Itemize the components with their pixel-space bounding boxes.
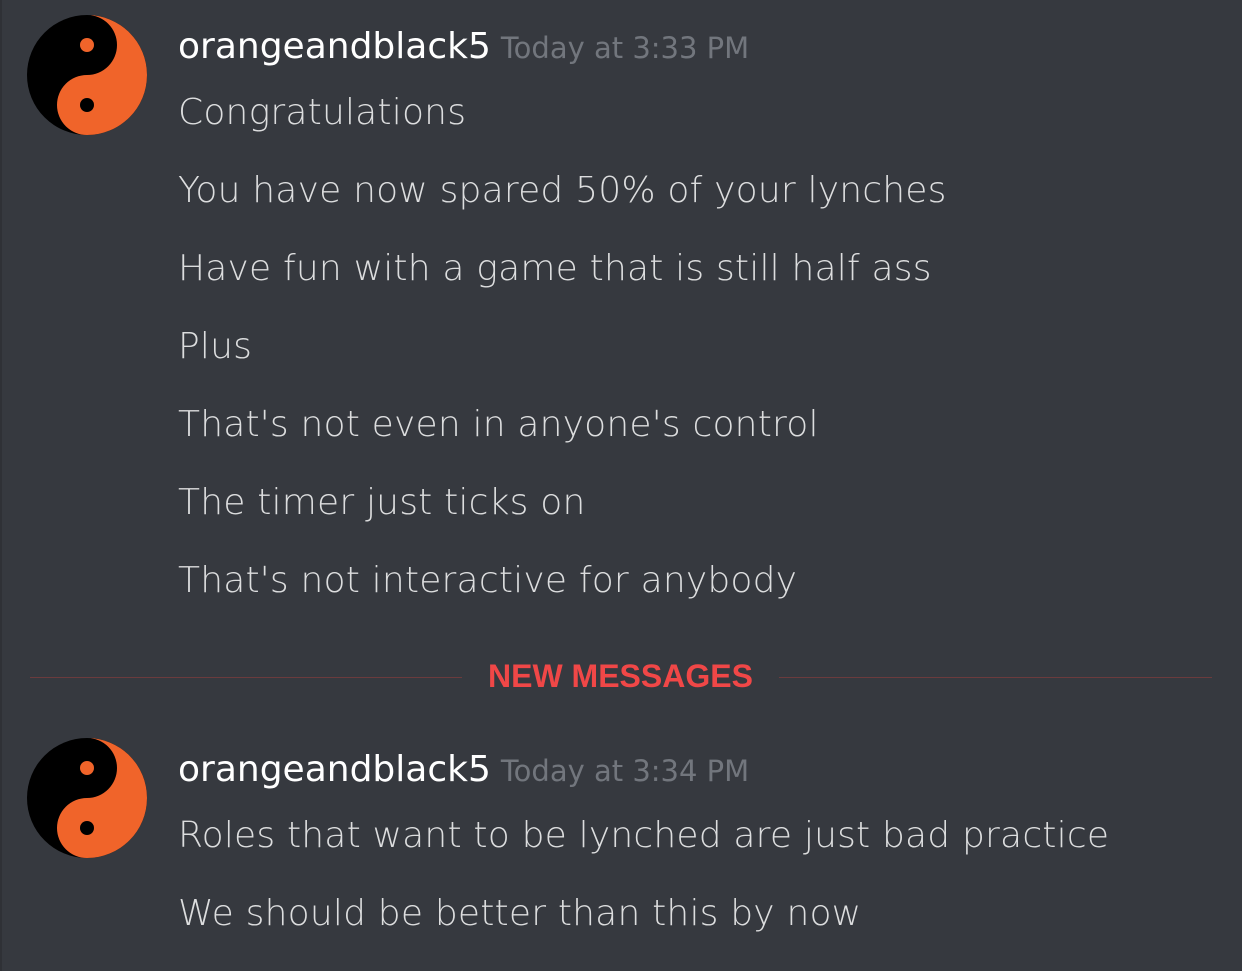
new-messages-label: NEW MESSAGES [488,658,753,694]
message-text: Congratulations [178,92,467,133]
message-text: You have now spared 50% of your lynches [178,170,947,211]
message-timestamp: Today at 3:34 PM [500,754,750,788]
message-text: That's not even in anyone's control [178,404,819,445]
divider-line-left [30,677,462,678]
message-text: We should be better than this by now [178,893,862,934]
message-text: That's not interactive for anybody [178,560,798,601]
user-avatar[interactable] [27,738,147,858]
message-text: The timer just ticks on [178,482,586,523]
message-header: orangeandblack5 Today at 3:34 PM [178,749,749,790]
user-avatar[interactable] [27,15,147,135]
message-timestamp: Today at 3:33 PM [500,31,750,65]
username[interactable]: orangeandblack5 [178,26,491,67]
message-text: Have fun with a game that is still half … [178,248,932,289]
chat-left-edge [0,0,2,971]
yin-yang-avatar-icon [27,738,147,858]
yin-yang-avatar-icon [27,15,147,135]
message-text: Plus [178,326,253,367]
message-text: Roles that want to be lynched are just b… [178,815,1110,856]
message-header: orangeandblack5 Today at 3:33 PM [178,26,749,67]
divider-line-right [779,677,1212,678]
username[interactable]: orangeandblack5 [178,749,491,790]
